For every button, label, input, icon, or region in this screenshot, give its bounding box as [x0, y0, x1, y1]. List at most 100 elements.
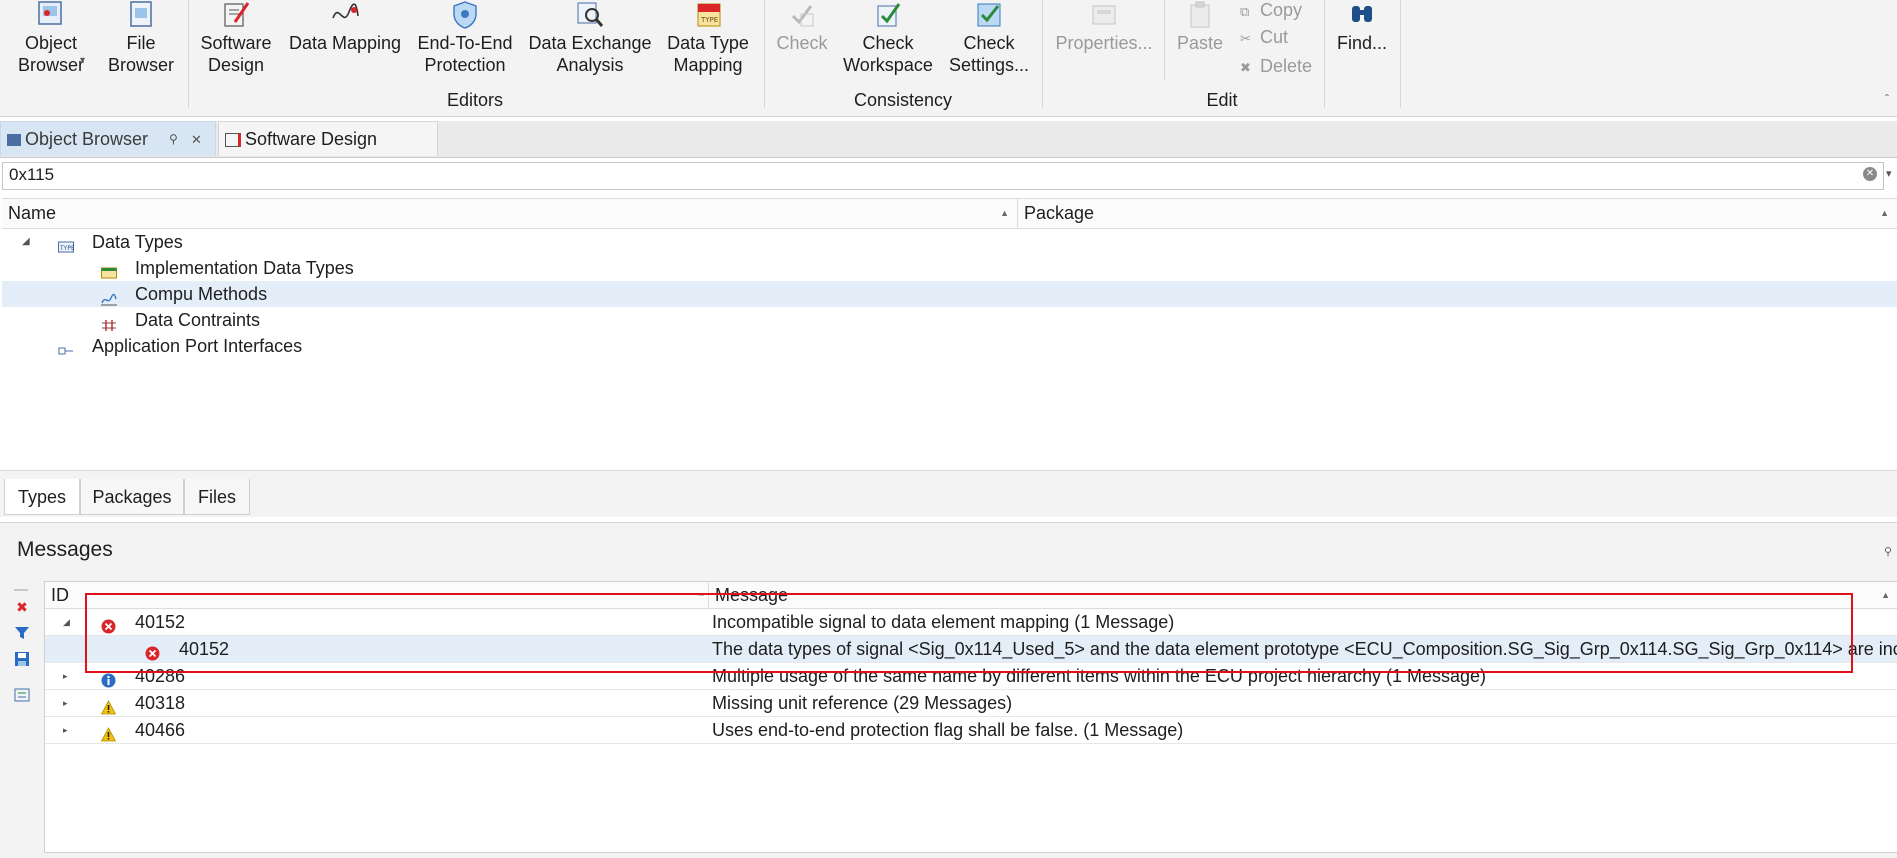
- properties-button[interactable]: Properties...: [1050, 0, 1158, 90]
- ribbon-separator: [1324, 0, 1325, 108]
- copy-icon: ⧉: [1240, 4, 1250, 19]
- constraint-icon: [101, 313, 117, 331]
- sort-indicator-icon: ▲: [1880, 208, 1889, 218]
- message-row[interactable]: ▸ 40286 Multiple usage of the same name …: [45, 663, 1897, 690]
- message-row[interactable]: ▸ 40466 Uses end-to-end protection flag …: [45, 717, 1897, 744]
- panel-pin-icon[interactable]: ⚲: [1884, 545, 1892, 558]
- file-browser-button[interactable]: File Browser: [100, 0, 182, 90]
- ribbon-separator: [1042, 0, 1043, 108]
- software-design-icon: [224, 2, 250, 27]
- software-design-button[interactable]: Software Design: [194, 0, 278, 90]
- tab-label: Object Browser: [25, 129, 149, 149]
- end-to-end-protection-button[interactable]: End-To-End Protection: [412, 0, 518, 90]
- info-icon: [101, 669, 116, 688]
- pin-icon[interactable]: ⚲: [169, 122, 178, 157]
- tab-object-browser[interactable]: Object Browser ⚲ ✕: [0, 121, 216, 156]
- column-header-name[interactable]: Name ▲: [2, 199, 1018, 228]
- sort-ascending-icon: ▲: [1000, 208, 1009, 218]
- end-to-end-protection-label: End-To-End Protection: [417, 33, 513, 75]
- cut-button[interactable]: ✂ Cut: [1240, 27, 1288, 48]
- svg-text:TYPE: TYPE: [700, 16, 718, 24]
- document-tab-bar: Object Browser ⚲ ✕ Software Design: [0, 121, 1897, 158]
- tab-files[interactable]: Files: [184, 479, 250, 515]
- port-interface-icon: [58, 339, 74, 355]
- message-text: Incompatible signal to data element mapp…: [712, 612, 1175, 632]
- ribbon-separator: [1400, 0, 1401, 108]
- message-text: Missing unit reference (29 Messages): [712, 693, 1013, 713]
- delete-label: Delete: [1260, 56, 1313, 76]
- message-row[interactable]: ◢ 40152 Incompatible signal to data elem…: [45, 609, 1897, 636]
- close-icon[interactable]: ✕: [191, 122, 202, 157]
- copy-button[interactable]: ⧉ Copy: [1240, 0, 1302, 21]
- expanded-arrow-icon[interactable]: ◢: [22, 229, 30, 255]
- collapsed-arrow-icon[interactable]: ▸: [63, 663, 68, 689]
- tree-node-compu-methods[interactable]: Compu Methods: [2, 281, 1897, 307]
- search-dropdown-icon[interactable]: ▾: [1886, 167, 1892, 180]
- dropdown-arrow-icon[interactable]: ▾: [80, 55, 85, 66]
- paste-button[interactable]: Paste: [1170, 0, 1230, 90]
- copy-label: Copy: [1260, 0, 1303, 20]
- tab-types[interactable]: Types: [4, 479, 80, 515]
- message-text: The data types of signal <Sig_0x114_Used…: [712, 639, 1897, 659]
- message-id: 40152: [135, 612, 186, 632]
- data-exchange-analysis-button[interactable]: Data Exchange Analysis: [528, 0, 652, 90]
- scissors-icon: ✂: [1240, 31, 1251, 46]
- tree-node-application-port-interfaces[interactable]: Application Port Interfaces: [2, 333, 1897, 359]
- tree-node-data-contraints[interactable]: Data Contraints: [2, 307, 1897, 333]
- tab-software-design[interactable]: Software Design: [218, 121, 438, 156]
- column-header-message[interactable]: Message ▲: [709, 582, 1897, 608]
- messages-title: Messages: [17, 538, 113, 561]
- message-row[interactable]: 40152 The data types of signal <Sig_0x11…: [45, 636, 1897, 663]
- messages-header: ID – Message ▲: [45, 582, 1897, 609]
- editors-group-label: Editors: [446, 90, 504, 110]
- data-mapping-button[interactable]: Data Mapping: [287, 0, 403, 90]
- column-header-id[interactable]: ID –: [45, 582, 709, 608]
- type-icon: TYPE: [58, 235, 75, 253]
- data-type-mapping-button[interactable]: TYPE Data Type Mapping: [662, 0, 754, 90]
- collapsed-arrow-icon[interactable]: ▸: [63, 717, 68, 743]
- collapsed-arrow-icon[interactable]: ▸: [63, 690, 68, 716]
- message-row[interactable]: ▸ 40318 Missing unit reference (29 Messa…: [45, 690, 1897, 717]
- file-browser-label: File Browser: [107, 33, 174, 75]
- software-design-label: Software Design: [200, 33, 272, 75]
- tree-node-label: Application Port Interfaces: [92, 336, 303, 356]
- shield-icon: [453, 1, 477, 29]
- tree-node-implementation-data-types[interactable]: Implementation Data Types: [2, 255, 1897, 281]
- check-settings-label: Check Settings...: [948, 33, 1030, 75]
- data-type-mapping-icon: TYPE: [697, 3, 721, 27]
- clear-search-icon[interactable]: ✕: [1863, 167, 1877, 181]
- tree-node-label: Data Contraints: [135, 310, 261, 330]
- ribbon-separator: [188, 0, 189, 108]
- filter-icon[interactable]: [14, 625, 30, 641]
- data-exchange-analysis-label: Data Exchange Analysis: [528, 33, 652, 75]
- tree-node-label: Implementation Data Types: [135, 258, 354, 278]
- ribbon-separator: [1164, 0, 1165, 80]
- tree-node-data-types[interactable]: ◢ TYPE Data Types: [2, 229, 1897, 255]
- object-browser-button[interactable]: Object Browser: [6, 0, 96, 90]
- clear-errors-icon[interactable]: ✖: [14, 599, 30, 615]
- find-button[interactable]: Find...: [1332, 0, 1392, 90]
- details-icon[interactable]: [14, 687, 30, 703]
- check-button[interactable]: Check: [772, 0, 832, 90]
- save-icon[interactable]: [14, 651, 30, 667]
- expanded-arrow-icon[interactable]: ◢: [63, 609, 70, 635]
- toolbar-grip-icon: [14, 583, 30, 599]
- search-input[interactable]: [3, 163, 1835, 187]
- collapse-ribbon-icon[interactable]: ˆ: [1885, 92, 1889, 106]
- warning-icon: [100, 696, 117, 715]
- message-text: Multiple usage of the same name by diffe…: [712, 666, 1487, 686]
- properties-label: Properties...: [1055, 33, 1153, 53]
- check-workspace-button[interactable]: Check Workspace: [840, 0, 936, 90]
- message-id: 40466: [135, 720, 186, 740]
- svg-text:TYPE: TYPE: [59, 245, 74, 252]
- column-header-label: Name: [8, 203, 57, 223]
- delete-button[interactable]: ✖ Delete: [1240, 56, 1312, 77]
- check-settings-button[interactable]: Check Settings...: [944, 0, 1034, 90]
- object-browser-icon: [38, 1, 62, 25]
- column-header-package[interactable]: Package ▲: [1018, 199, 1897, 228]
- messages-grid: ID – Message ▲ ◢ 40152 Incompatible sign…: [44, 581, 1897, 853]
- binoculars-icon: [1352, 6, 1372, 22]
- tab-packages[interactable]: Packages: [80, 479, 184, 515]
- magnifier-analysis-icon: [577, 2, 604, 27]
- cut-label: Cut: [1260, 27, 1289, 47]
